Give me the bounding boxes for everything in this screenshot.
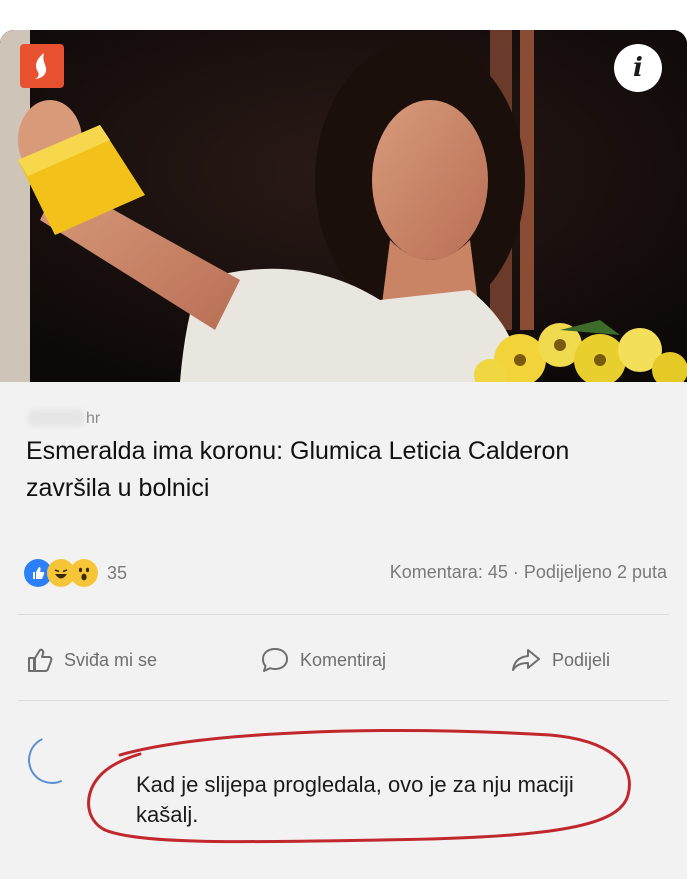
- comment-count[interactable]: Komentara: 45: [390, 562, 508, 582]
- article-image[interactable]: [0, 30, 687, 382]
- comment-button[interactable]: Komentiraj: [260, 640, 386, 680]
- info-icon[interactable]: i: [614, 44, 662, 92]
- article-photo-illustration: [0, 30, 687, 382]
- source-redaction: [28, 409, 84, 427]
- app-logo-icon: [20, 44, 64, 88]
- share-count[interactable]: Podijeljeno 2 puta: [524, 562, 667, 582]
- comment-label: Komentiraj: [300, 649, 387, 670]
- comment-text: Kad je slijepa progledala, ovo je za nju…: [136, 772, 574, 827]
- thumbs-up-icon: [28, 648, 53, 672]
- stats-separator: ·: [512, 562, 519, 582]
- post-stats: Komentara: 45 · Podijeljeno 2 puta: [390, 562, 667, 583]
- reaction-count: 35: [107, 562, 128, 583]
- article-headline[interactable]: Esmeralda ima koronu: Glumica Leticia Ca…: [26, 433, 626, 507]
- share-button[interactable]: Podijeli: [510, 640, 610, 680]
- reaction-summary[interactable]: 35: [24, 558, 127, 588]
- speech-bubble-icon: [262, 648, 288, 672]
- action-bar: Sviđa mi se Komentiraj Podijeli: [0, 640, 687, 680]
- like-label: Sviđa mi se: [64, 649, 158, 670]
- article-source: hr: [86, 410, 101, 427]
- divider: [18, 700, 669, 701]
- share-arrow-icon: [512, 649, 540, 671]
- divider: [18, 614, 669, 615]
- wow-icon: [70, 559, 98, 587]
- share-label: Podijeli: [552, 649, 611, 670]
- like-button[interactable]: Sviđa mi se: [26, 640, 157, 680]
